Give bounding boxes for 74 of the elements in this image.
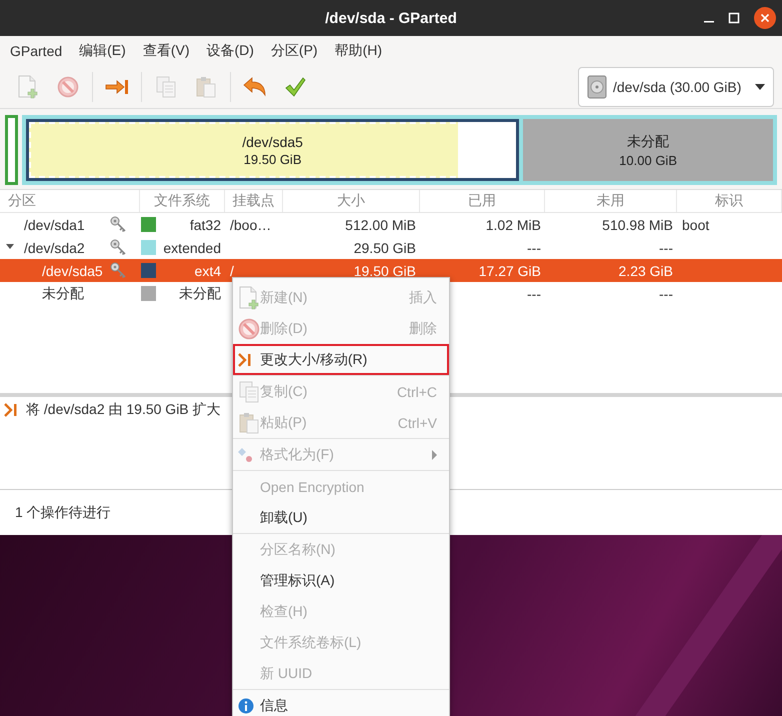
selected-row-highlight[interactable]: /dev/sda5 ext4 / 19.50 GiB 17.27 GiB 2.23 GiB [0,259,782,282]
menu-item[interactable]: 管理标识(A) [233,565,449,596]
device-dropdown[interactable]: /dev/sda (30.00 GiB) [578,67,774,107]
table-cell-text: fat32 [190,216,222,232]
table-cell: --- [527,286,541,302]
column-header[interactable]: 挂载点 [225,190,283,212]
unallocated-segment[interactable]: 未分配 10.00 GiB [523,119,773,181]
menu-item[interactable]: 分区(P) [264,42,324,60]
key-icon [110,262,126,278]
key-icon [110,239,126,255]
menu-item[interactable]: GParted [4,43,68,59]
key-icon [110,216,126,232]
table-cell: 2.23 GiB [618,262,673,278]
menu-item[interactable]: 编辑(E) [73,42,132,60]
info-icon [238,698,254,714]
table-cell: --- [659,286,673,302]
table-cell: 1.02 MiB [486,216,541,232]
arrow-bar-icon [4,403,18,417]
copy-icon [238,380,260,402]
undo-icon [243,77,267,97]
column-header[interactable]: 分区 [0,190,140,212]
table-cell: --- [659,240,673,256]
table-cell-text: ext4 [194,262,222,278]
close-icon[interactable] [754,7,776,29]
operation-text: 将 /dev/sda2 由 19.50 GiB 扩大 [26,401,221,419]
column-header[interactable]: 大小 [283,190,420,212]
table-cell: /dev/sda1 [24,216,85,232]
table-cell: /boo… [230,216,272,232]
segment-label: /dev/sda5 [242,134,303,150]
column-header[interactable]: 已用 [420,190,545,212]
arrow-bar-icon [105,79,129,95]
table-cell: / [230,262,234,278]
table-cell: 512.00 MiB [345,216,416,232]
menu-item[interactable]: 查看(V) [136,42,196,60]
column-header[interactable]: 文件系统 [140,190,225,212]
menu-item[interactable]: 信息 [233,690,449,716]
partition-segment[interactable] [5,115,18,185]
status-text: 1 个操作待进行 [15,504,111,522]
menu-item[interactable]: 帮助(H) [328,42,388,60]
table-cell-text: extended [163,240,222,256]
window-title: /dev/sda - GParted [325,10,457,26]
dropdown-arrow-icon [755,84,765,90]
menu-item[interactable]: 卸载(U) [233,502,449,533]
table-cell: 29.50 GiB [354,240,416,256]
table-cell: 510.98 MiB [602,216,673,232]
maximize-icon[interactable] [728,12,740,24]
no-entry-icon [57,76,79,98]
table-cell: --- [527,240,541,256]
copy-icon [155,76,177,98]
partition-segment[interactable]: /dev/sda5 19.50 GiB [26,119,520,181]
new-file-icon [17,75,39,99]
table-cell: boot [682,216,710,232]
expanded-arrow-icon[interactable] [5,241,15,251]
diamond-dot-icon [238,446,254,462]
table-cell: 19.50 GiB [354,262,416,278]
segment-size: 10.00 GiB [619,152,677,168]
clipboard-icon [238,412,260,434]
table-cell: 未分配 [42,284,84,302]
menu-item[interactable]: 设备(D) [200,42,260,60]
table-cell: 17.27 GiB [478,262,541,278]
arrow-bar-icon [238,352,252,366]
no-entry-icon [238,318,260,340]
table-cell: /dev/sda5 [42,262,103,278]
menu-item[interactable]: 更改大小/移动(R) [233,344,449,375]
column-header[interactable]: 未用 [545,190,677,212]
column-header[interactable]: 标识 [677,190,782,212]
table-cell-text: 未分配 [179,284,222,302]
clipboard-icon [195,76,217,98]
new-file-icon [238,286,260,310]
table-cell: /dev/sda2 [24,240,85,256]
checkmark-icon [284,76,306,98]
extended-partition-segment[interactable]: /dev/sda5 19.50 GiB 未分配 10.00 GiB [22,115,777,185]
segment-size: 19.50 GiB [244,152,302,166]
segment-label: 未分配 [627,132,670,150]
